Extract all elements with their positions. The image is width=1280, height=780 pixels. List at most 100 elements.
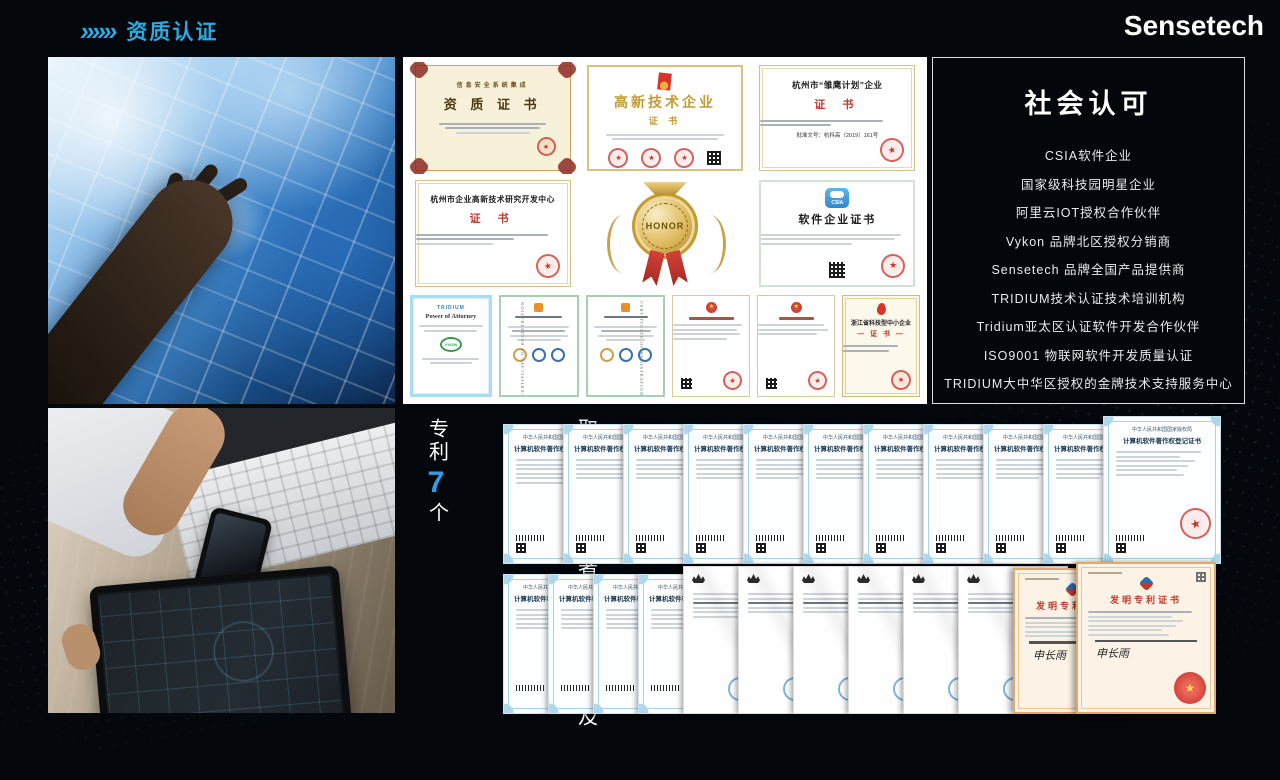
qr-code-icon: [1116, 543, 1126, 553]
cert-business-license-2: ★ ★: [757, 295, 835, 397]
cert-row-3: TRIDIUM Power of Attorney VYKON CERTIFIC…: [408, 293, 922, 399]
tridium-brand-label: TRIDIUM: [437, 305, 465, 311]
barcode-icon: [876, 535, 906, 541]
cert-title: 资 质 证 书: [444, 94, 542, 113]
cert-qualification: 信息安全系统集成 资 质 证 书 ★: [408, 62, 577, 174]
cert-iso-registration-2: CERTIFICATE OF REGISTRATION: [586, 295, 666, 397]
barcode-icon: [516, 535, 546, 541]
qr-code-icon: [996, 543, 1006, 553]
australia-coat-of-arms-icon: [802, 574, 815, 583]
red-seal-icon: ★: [641, 148, 661, 168]
barcode-icon: [1116, 535, 1146, 541]
honor-medal-cell: HONOR: [580, 177, 749, 289]
barcode-icon: [696, 535, 726, 541]
redacted-text-lines: [408, 231, 577, 247]
red-seal-icon: ★: [533, 252, 561, 280]
photo-screen-wall: [48, 57, 395, 404]
patent-label: 专利: [425, 418, 448, 464]
cert-row-1: 信息安全系统集成 资 质 证 书 ★ 高新技术企业 证 书: [408, 62, 922, 174]
cert-title: 杭州市“雏鹰计划”企业: [792, 79, 883, 91]
redacted-text-lines: [757, 322, 835, 338]
certificates-panel: 信息安全系统集成 资 质 证 书 ★ 高新技术企业 证 书: [403, 57, 927, 404]
eagle-plan-certificate: 杭州市“雏鹰计划”企业 证 书 批准文号：杭科高〔2019〕161号 ★: [759, 65, 915, 171]
social-item: Vykon 品牌北区授权分销商: [933, 231, 1244, 250]
patent-certificates-row: 中华人民共和国国家版权局 计算机软件著作权登记证书 中华人民共和国国家版权局 计…: [503, 564, 1216, 714]
honor-medal: HONOR: [632, 177, 698, 289]
cert-title-bar: [779, 317, 814, 320]
cert-title: 软件企业证书: [798, 211, 876, 227]
social-item: Tridium亚太区认证软件开发合作伙伴: [933, 316, 1244, 335]
red-seal-icon: ★: [537, 137, 556, 156]
barcode-icon: [1056, 535, 1086, 541]
redacted-text-lines: [589, 131, 741, 143]
ribbon-icon: [665, 250, 688, 287]
qr-code-icon: [696, 543, 706, 553]
australia-coat-of-arms-icon: [912, 574, 925, 583]
barcode-icon: [816, 535, 846, 541]
blue-seal-icon: [532, 348, 546, 362]
cert-title: 杭州市企业高新技术研究开发中心: [430, 194, 554, 205]
national-emblem-icon: ★: [706, 302, 717, 313]
red-seal-icon: ★: [722, 369, 744, 391]
barcode-icon: [996, 535, 1026, 541]
blue-seal-icon: [551, 348, 565, 362]
australia-coat-of-arms-icon: [747, 574, 760, 583]
triple-chevron-icon: »»»: [80, 18, 114, 44]
patent-count: 7: [428, 468, 445, 498]
social-item: Sensetech 品牌全国产品提供商: [933, 259, 1244, 278]
social-recognition-list: CSIA软件企业 国家级科技园明星企业 阿里云IOT授权合作伙伴 Vykon 品…: [933, 145, 1244, 392]
medal-ribbon-icon: [643, 182, 687, 195]
red-seal-icon: ★: [608, 148, 628, 168]
social-item: TRIDIUM技术认证技术培训机构: [933, 288, 1244, 307]
red-seal-icon: ★: [807, 369, 829, 391]
national-emblem-seal-icon: ★: [1174, 672, 1206, 704]
header: »»» 资质认证: [80, 16, 218, 46]
cert-iso-registration-1: CERTIFICATE OF REGISTRATION: [499, 295, 579, 397]
qr-code-icon: [876, 543, 886, 553]
qr-code-icon: [1056, 543, 1066, 553]
redacted-text-lines: [672, 322, 750, 343]
registrar-logo-icon: [621, 303, 630, 312]
medal-label: HONOR: [646, 221, 685, 231]
redacted-text-lines: [586, 323, 666, 344]
barcode-icon: [606, 685, 636, 691]
red-seal-icon: ★: [674, 148, 694, 168]
medal-ribbons: [646, 251, 684, 285]
tablet-blueprint-screen: [99, 575, 343, 713]
laurel-branch-icon: [699, 215, 726, 273]
red-seal-icon: ★: [891, 370, 911, 390]
redacted-text-lines: [1104, 451, 1220, 476]
patent-unit: 个: [425, 502, 448, 525]
registrar-logo-icon: [534, 303, 543, 312]
qr-code-icon: [707, 151, 721, 165]
cert-subtitle: — 证 书 —: [857, 329, 905, 339]
seal-row: ★ ★ ★: [608, 148, 721, 168]
qr-code-icon: [1196, 572, 1206, 582]
cert-power-of-attorney: TRIDIUM Power of Attorney VYKON: [410, 295, 492, 397]
social-item: 阿里云IOT授权合作伙伴: [933, 202, 1244, 221]
redacted-text-lines: [499, 323, 579, 344]
redacted-text-lines: [410, 355, 492, 367]
cert-subtitle: 证 书: [470, 210, 516, 226]
national-emblem-icon: ★: [791, 302, 802, 313]
redacted-text-lines: [1078, 611, 1214, 636]
redacted-text-lines: [842, 343, 920, 355]
cert-software-enterprise: CSIA 软件企业证书 ★: [753, 177, 922, 289]
tablet: [89, 565, 353, 713]
qr-code-icon: [766, 378, 777, 389]
redacted-text-lines: [753, 231, 922, 247]
social-item: 国家级科技园明星企业: [933, 174, 1244, 193]
redacted-text-lines: [416, 120, 570, 136]
cert-side-text: CERTIFICATE OF REGISTRATION: [639, 301, 644, 396]
qualification-certificate: 信息安全系统集成 资 质 证 书 ★: [415, 65, 571, 171]
cert-hightech: 高新技术企业 证 书 ★ ★ ★: [580, 62, 749, 174]
cert-title: Power of Attorney: [426, 313, 477, 320]
qr-code-icon: [576, 543, 586, 553]
australia-coat-of-arms-icon: [692, 574, 705, 583]
barcode-icon: [516, 685, 546, 691]
qr-code-icon: [829, 262, 845, 278]
cert-title-bar: [689, 317, 734, 320]
medal-inner-ring: HONOR: [642, 203, 688, 249]
cert-title: 发明专利证书: [1078, 593, 1214, 606]
cert-header: 中华人民共和国国家版权局: [1104, 426, 1220, 433]
